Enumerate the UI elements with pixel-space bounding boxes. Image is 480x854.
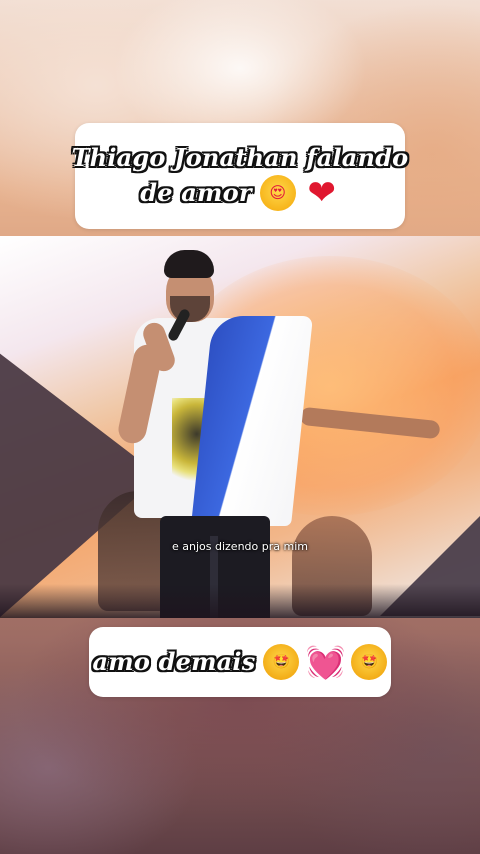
singer-figure xyxy=(115,248,320,618)
singer-hair xyxy=(164,250,214,278)
heart-eyes-emoji-icon: 😍 xyxy=(259,175,296,211)
top-caption-line-1: Thiago Jonathan falando xyxy=(71,143,409,172)
bottom-caption-text: amo demais xyxy=(92,647,256,676)
bottom-caption-card: amo demais 🤩 💓 🤩 xyxy=(89,627,391,697)
top-caption-line-2: de amor xyxy=(140,178,252,207)
red-heart-emoji-icon: ❤ xyxy=(307,173,336,213)
flag-cape xyxy=(190,316,314,526)
bottom-caption-row: amo demais 🤩 💓 🤩 xyxy=(93,644,388,680)
top-caption-line-2-row: de amor 😍 ❤ xyxy=(140,175,339,211)
star-struck-emoji-icon: 🤩 xyxy=(263,644,300,680)
top-caption-card: Thiago Jonathan falando de amor 😍 ❤ xyxy=(72,123,408,229)
video-subtitle: e anjos dizendo pra mim xyxy=(172,540,308,553)
star-struck-emoji-icon: 🤩 xyxy=(351,644,388,680)
video-frame[interactable]: e anjos dizendo pra mim xyxy=(0,236,480,618)
crowd-silhouette xyxy=(0,584,480,618)
vibrating-heart-emoji-icon: 💓 xyxy=(305,643,346,681)
